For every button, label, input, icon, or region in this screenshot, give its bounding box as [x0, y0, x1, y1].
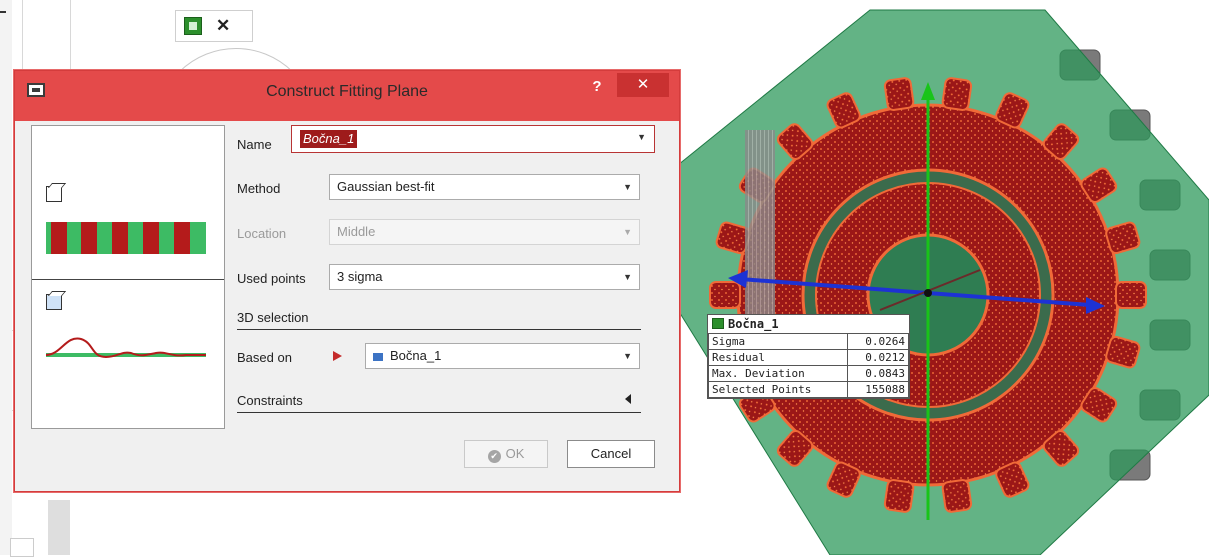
gear-tooth	[1115, 281, 1147, 309]
help-button[interactable]: ?	[583, 77, 611, 97]
row-label: Sigma	[708, 333, 848, 350]
method-label: Method	[237, 181, 281, 196]
selection-swatch	[373, 352, 383, 361]
left-toolbar-strip	[0, 0, 12, 555]
strip-marker	[0, 11, 6, 13]
gear-tooth	[941, 479, 973, 513]
chevron-down-icon: ▼	[623, 182, 632, 192]
gear-tooth	[941, 77, 973, 111]
plane-box-icon	[46, 186, 62, 202]
check-icon: ✔	[487, 450, 501, 463]
plane-icon[interactable]	[184, 17, 202, 35]
used-points-label: Used points	[237, 271, 306, 286]
chevron-down-icon: ▼	[637, 132, 646, 142]
ok-button[interactable]: ✔ OK	[464, 440, 548, 468]
method-value: Gaussian best-fit	[337, 179, 435, 194]
fit-cube-icon	[46, 294, 62, 310]
scrollbar[interactable]	[48, 500, 70, 555]
chevron-down-icon: ▼	[623, 227, 632, 237]
close-button[interactable]: ✕	[617, 73, 669, 97]
3d-selection-section: 3D selection	[237, 310, 641, 330]
method-select[interactable]: Gaussian best-fit ▼	[329, 174, 640, 200]
table-row: Sigma 0.0264	[708, 333, 910, 350]
based-on-value: Bočna_1	[390, 348, 442, 363]
row-value: 155088	[846, 381, 910, 398]
row-label: Selected Points	[708, 381, 848, 398]
fit-result-title: Bočna_1	[728, 317, 779, 331]
row-label: Max. Deviation	[708, 365, 848, 382]
row-value: 0.0843	[846, 365, 910, 382]
plane-preview-bar	[46, 222, 206, 254]
constraints-label: Constraints	[237, 393, 303, 408]
table-row: Residual 0.0212	[708, 349, 910, 366]
location-label: Location	[237, 226, 287, 241]
dialog-title: Construct Fitting Plane	[266, 83, 428, 100]
used-points-select[interactable]: 3 sigma ▼	[329, 264, 640, 290]
table-row: Max. Deviation 0.0843	[708, 365, 910, 382]
construct-fitting-plane-dialog: Construct Fitting Plane ? ✕ Name Bočna_1…	[14, 70, 680, 492]
play-arrow-icon[interactable]	[333, 351, 342, 361]
gear-tooth	[709, 281, 741, 309]
table-row: Selected Points 155088	[708, 381, 910, 398]
close-icon[interactable]: ✕	[216, 16, 230, 36]
based-on-select[interactable]: Bočna_1 ▼	[365, 343, 640, 369]
location-value: Middle	[337, 224, 376, 239]
row-label: Residual	[708, 349, 848, 366]
name-field[interactable]: Bočna_1 ▼	[291, 125, 655, 153]
chevron-down-icon: ▼	[623, 272, 632, 282]
mini-toolbar: ✕	[175, 10, 253, 42]
name-value: Bočna_1	[300, 130, 358, 148]
gear-tooth	[883, 479, 915, 513]
based-on-label: Based on	[237, 350, 292, 365]
gear-tooth	[883, 77, 915, 111]
constraints-section[interactable]: Constraints	[237, 393, 641, 413]
fit-result-table: Sigma 0.0264 Residual 0.0212 Max. Deviatio…	[708, 333, 910, 398]
used-points-value: 3 sigma	[337, 269, 383, 284]
deviation-wave-preview	[46, 337, 206, 359]
checkbox[interactable]	[10, 538, 34, 557]
fit-result-panel: Bočna_1 Sigma 0.0264 Residual 0.0212 Max. …	[707, 314, 910, 399]
dialog-titlebar[interactable]: Construct Fitting Plane ? ✕	[15, 71, 679, 121]
ok-label: OK	[505, 446, 525, 461]
location-select: Middle ▼	[329, 219, 640, 245]
method-preview-panel	[31, 125, 225, 429]
chevron-down-icon: ▼	[623, 351, 632, 361]
name-label: Name	[237, 137, 272, 152]
3d-viewport[interactable]	[660, 0, 1209, 555]
expand-left-icon[interactable]	[625, 394, 631, 404]
row-value: 0.0264	[846, 333, 910, 350]
plane-icon	[712, 318, 724, 329]
cancel-button[interactable]: Cancel	[567, 440, 655, 468]
fit-result-header: Bočna_1	[708, 315, 909, 333]
row-value: 0.0212	[846, 349, 910, 366]
